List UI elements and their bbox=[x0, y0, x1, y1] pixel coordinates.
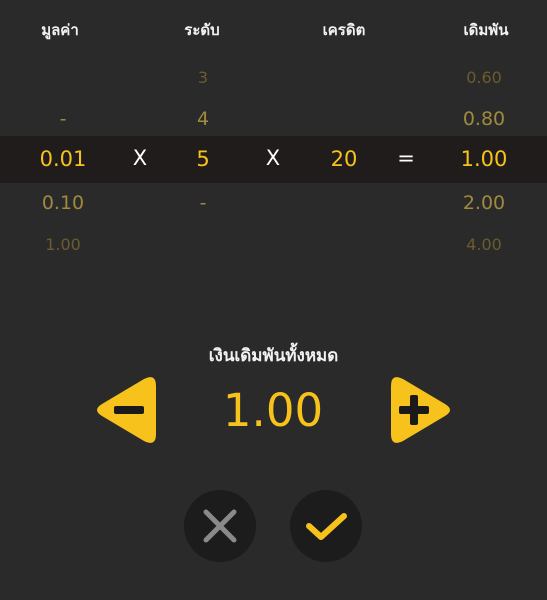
header-level: ระดับ bbox=[184, 21, 220, 39]
bet-option[interactable]: 4.00 bbox=[439, 235, 529, 254]
value-option[interactable]: 0.10 bbox=[18, 192, 108, 214]
value-selected[interactable]: 0.01 bbox=[18, 147, 108, 171]
level-option[interactable]: - bbox=[158, 192, 248, 214]
decrease-bet-button[interactable] bbox=[96, 376, 160, 444]
total-bet-value: 1.00 bbox=[222, 384, 324, 437]
bet-picker[interactable]: 0.60 0.80 1.00 2.00 4.00 bbox=[439, 60, 529, 260]
multiply-sign: X bbox=[132, 146, 148, 170]
bet-selected[interactable]: 1.00 bbox=[439, 147, 529, 171]
cancel-button[interactable] bbox=[184, 490, 256, 562]
bet-option[interactable]: 0.60 bbox=[439, 68, 529, 87]
close-icon bbox=[203, 509, 237, 543]
bet-option[interactable]: 0.80 bbox=[439, 108, 529, 130]
level-option[interactable]: 3 bbox=[158, 68, 248, 87]
multiply-sign: X bbox=[265, 146, 281, 170]
increase-bet-button[interactable] bbox=[387, 376, 451, 444]
bet-option[interactable]: 2.00 bbox=[439, 192, 529, 214]
level-selected[interactable]: 5 bbox=[158, 147, 248, 171]
value-option[interactable]: 1.00 bbox=[18, 235, 108, 254]
header-credit: เครดิต bbox=[322, 21, 366, 39]
minus-arrow-left-icon bbox=[97, 377, 156, 443]
equals-sign: = bbox=[397, 146, 415, 170]
level-option[interactable]: 4 bbox=[158, 108, 248, 130]
level-picker[interactable]: 3 4 5 - bbox=[158, 60, 248, 260]
confirm-button[interactable] bbox=[290, 490, 362, 562]
plus-arrow-right-icon bbox=[391, 377, 450, 443]
header-bet: เดิมพัน bbox=[463, 21, 509, 39]
credit-picker[interactable]: 20 bbox=[299, 60, 389, 260]
total-bet-label: เงินเดิมพันทั้งหมด bbox=[208, 346, 339, 366]
value-option[interactable]: - bbox=[18, 108, 108, 130]
value-picker[interactable]: - 0.01 0.10 1.00 bbox=[18, 60, 108, 260]
credit-selected[interactable]: 20 bbox=[299, 147, 389, 171]
header-value: มูลค่า bbox=[41, 21, 79, 39]
check-icon bbox=[306, 513, 347, 540]
